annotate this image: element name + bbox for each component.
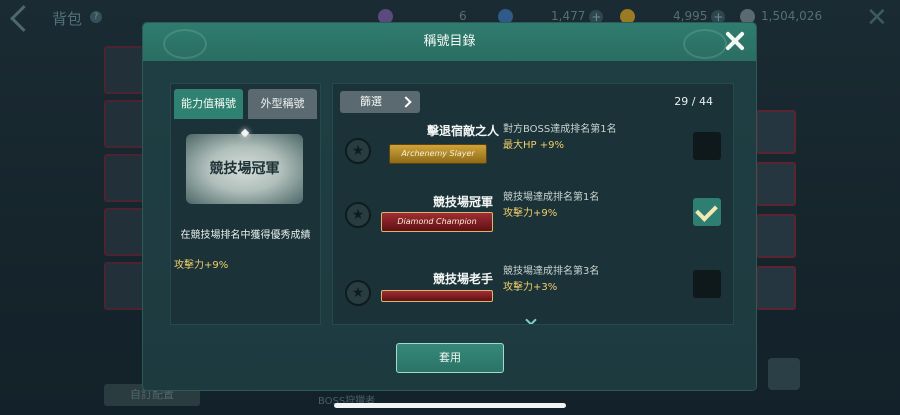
list-item[interactable]: ★ 競技場冠軍 Diamond Champion 競技場達成排名第1名 攻擊力+… — [333, 188, 733, 268]
title-badge: Archenemy Slayer — [389, 144, 487, 164]
inventory-slot[interactable] — [756, 266, 796, 310]
star-icon: ★ — [345, 280, 371, 306]
inventory-slot[interactable] — [104, 262, 148, 310]
filter-button[interactable]: 篩選 — [340, 91, 420, 113]
apply-button[interactable]: 套用 — [396, 343, 504, 373]
title-effect: 最大HP +9% — [503, 140, 564, 151]
tab-stat-titles[interactable]: 能力值稱號 — [174, 89, 243, 119]
inventory-slot[interactable] — [756, 214, 796, 258]
modal-title: 稱號目錄 — [423, 34, 476, 49]
title-condition: 對方BOSS達成排名第1名 — [503, 124, 617, 135]
inventory-slot[interactable] — [104, 46, 148, 94]
inventory-slot[interactable] — [756, 110, 796, 154]
list-item[interactable]: ★ 競技場老手 競技場達成排名第3名 攻擊力+3% — [333, 264, 733, 324]
title-checkbox[interactable] — [693, 270, 721, 298]
title-effect: 攻擊力+3% — [503, 282, 558, 293]
inventory-slot[interactable] — [756, 162, 796, 206]
add-gem-button[interactable]: + — [589, 9, 604, 24]
background-close-icon[interactable]: ✕ — [866, 5, 888, 31]
inventory-slot[interactable] — [104, 208, 148, 256]
selected-title-plate: 競技場冠軍 — [186, 128, 303, 204]
add-gold-button[interactable]: + — [711, 9, 726, 24]
selected-title-panel: 能力值稱號 外型稱號 競技場冠軍 在競技場排名中獲得優秀成績 攻擊力+9% — [170, 83, 321, 325]
title-badge: Diamond Champion — [381, 212, 493, 232]
help-icon[interactable]: ? — [90, 11, 102, 23]
filter-label: 篩選 — [360, 95, 382, 108]
inventory-slot[interactable] — [104, 100, 148, 148]
page-title: 背包 — [52, 10, 83, 28]
title-list-panel: 篩選 29 / 44 ★ 擊退宿敵之人 Archenemy Slayer 對方B… — [332, 83, 734, 325]
star-icon: ★ — [345, 138, 371, 164]
title-list[interactable]: ★ 擊退宿敵之人 Archenemy Slayer 對方BOSS達成排名第1名 … — [333, 122, 733, 324]
title-condition: 競技場達成排名第1名 — [503, 192, 600, 203]
close-icon[interactable] — [723, 29, 747, 53]
chevron-right-icon — [400, 96, 412, 108]
title-count: 29 / 44 — [674, 95, 713, 108]
back-arrow-icon[interactable] — [10, 5, 37, 32]
tab-appearance-titles[interactable]: 外型稱號 — [248, 89, 317, 119]
sort-button[interactable] — [768, 358, 800, 390]
title-condition: 競技場達成排名第3名 — [503, 266, 600, 277]
title-checkbox[interactable] — [693, 198, 721, 226]
checkmark-icon — [695, 199, 718, 222]
inventory-slot[interactable] — [104, 154, 148, 202]
gold-coin-icon — [620, 9, 635, 24]
crystal-icon — [378, 9, 393, 24]
gem-icon — [498, 9, 513, 24]
selected-title-name: 競技場冠軍 — [209, 161, 280, 177]
inventory-slots-left — [104, 46, 148, 310]
star-icon: ★ — [345, 202, 371, 228]
title-checkbox[interactable] — [693, 132, 721, 160]
list-item[interactable]: ★ 擊退宿敵之人 Archenemy Slayer 對方BOSS達成排名第1名 … — [333, 122, 733, 190]
silver-coin-icon — [740, 9, 755, 24]
title-effect: 攻擊力+9% — [503, 208, 558, 219]
home-indicator[interactable] — [334, 403, 566, 408]
selected-title-effect: 攻擊力+9% — [174, 260, 229, 271]
title-badge — [381, 290, 493, 302]
sparkle-icon — [240, 128, 250, 138]
inventory-slots-right — [756, 110, 796, 318]
modal-header: 稱號目錄 — [143, 23, 756, 61]
selected-title-description: 在競技場排名中獲得優秀成績 — [180, 230, 311, 241]
title-catalog-modal: 稱號目錄 能力值稱號 外型稱號 競技場冠軍 在競技場排名中獲得優秀成績 攻擊力+… — [143, 23, 756, 390]
